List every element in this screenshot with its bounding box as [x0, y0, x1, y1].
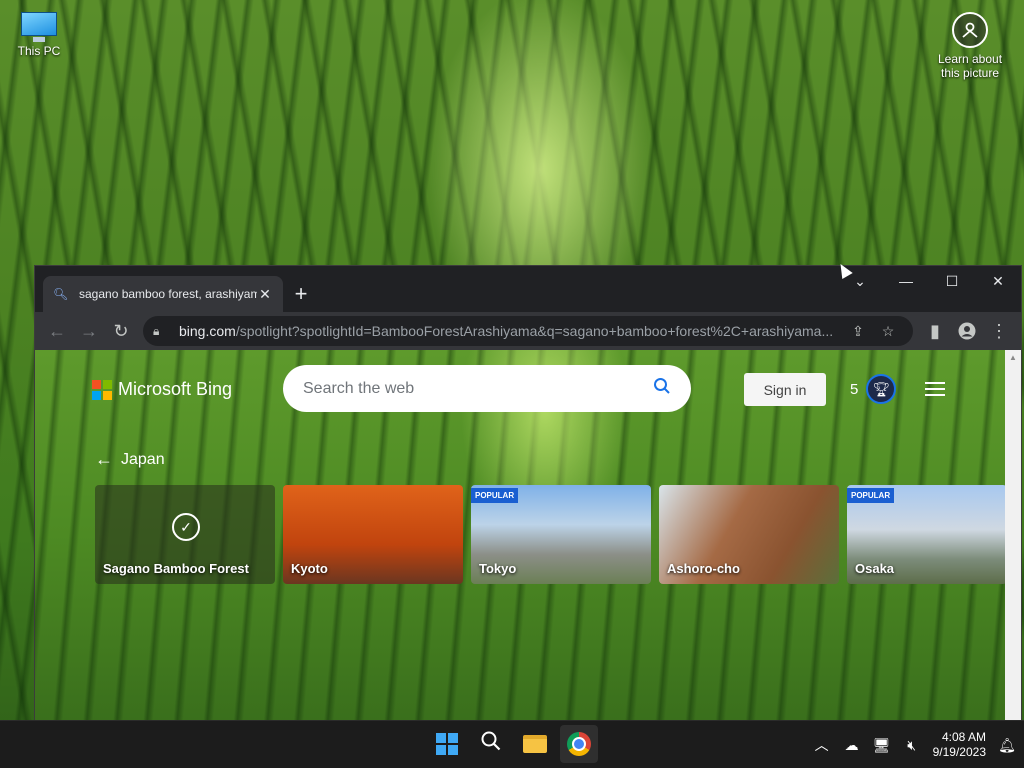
destination-card-osaka[interactable]: POPULAR Osaka — [847, 485, 1007, 584]
back-arrow-icon: ← — [95, 449, 113, 469]
show-hidden-icons-chevron-icon[interactable]: ︿ — [813, 735, 831, 755]
rewards-button[interactable]: 5 🏆︎ — [850, 374, 897, 404]
scroll-up-icon[interactable]: ▲ — [1005, 350, 1021, 366]
share-icon[interactable]: ⇪ — [843, 323, 873, 340]
popular-badge: POPULAR — [847, 488, 895, 503]
page-viewport: Microsoft Bing Search the web Sign in 5 … — [35, 350, 1021, 720]
chrome-taskbar-button[interactable] — [560, 725, 598, 763]
url-text: bing.com/spotlight?spotlightId=BambooFor… — [179, 323, 843, 339]
clock-time: 4:08 AM — [941, 730, 986, 744]
browser-toolbar: ← → ↻ 🔒︎ bing.com/spotlight?spotlightId=… — [35, 312, 1021, 350]
back-arrow-icon[interactable]: ← — [41, 315, 73, 347]
side-panel-icon[interactable]: ▮ — [919, 315, 951, 347]
tab-strip: 🔍︎ sagano bamboo forest, arashiyam ✕ + ⌄… — [35, 266, 1021, 312]
tab-close-icon[interactable]: ✕ — [257, 286, 273, 303]
tab-title: sagano bamboo forest, arashiyam — [79, 287, 257, 301]
start-button[interactable] — [428, 725, 466, 763]
card-name: Sagano Bamboo Forest — [103, 561, 249, 576]
window-controls: ⌄ — ☐ ✕ — [837, 266, 1021, 296]
search-input[interactable]: Search the web — [283, 365, 691, 412]
taskbar-apps — [428, 725, 598, 763]
new-tab-button[interactable]: + — [283, 276, 319, 312]
bing-logo-text: Microsoft Bing — [118, 379, 233, 399]
this-pc-label: This PC — [17, 44, 61, 58]
url-domain: bing.com — [179, 323, 236, 339]
computer-icon — [19, 10, 59, 44]
network-icon[interactable]: 🖥︎ — [873, 737, 891, 754]
file-explorer-button[interactable] — [516, 725, 554, 763]
card-name: Osaka — [855, 561, 895, 576]
card-name: Kyoto — [291, 561, 328, 576]
search-favicon-icon: 🔍︎ — [53, 287, 69, 301]
camera-info-icon — [952, 12, 988, 48]
clock[interactable]: 4:08 AM 9/19/2023 — [933, 730, 986, 760]
cloud-offline-icon[interactable]: ☁ — [843, 737, 861, 754]
address-bar[interactable]: 🔒︎ bing.com/spotlight?spotlightId=Bamboo… — [143, 316, 913, 346]
taskbar: ︿ ☁ 🖥︎ 🔇︎ 4:08 AM 9/19/2023 🔔︎ — [0, 720, 1024, 768]
volume-muted-icon[interactable]: 🔇︎ — [903, 737, 921, 754]
destination-card-tokyo[interactable]: POPULAR Tokyo — [471, 485, 651, 584]
bookmark-star-icon[interactable]: ☆ — [873, 323, 903, 340]
destination-carousel: ✓ Sagano Bamboo Forest Kyoto POPULAR Tok… — [95, 485, 1007, 584]
destination-card-sagano[interactable]: ✓ Sagano Bamboo Forest — [95, 485, 275, 584]
popular-badge: POPULAR — [471, 488, 519, 503]
url-path: /spotlight?spotlightId=BambooForestArash… — [235, 323, 834, 339]
trophy-icon: 🏆︎ — [866, 374, 897, 404]
folder-icon — [523, 735, 547, 753]
notification-bell-icon[interactable]: 🔔︎ — [998, 737, 1016, 754]
search-icon — [480, 730, 502, 758]
microsoft-logo-icon — [92, 379, 112, 400]
kebab-menu-icon[interactable]: ⋮ — [983, 315, 1015, 347]
search-placeholder: Search the web — [303, 379, 415, 397]
browser-window: 🔍︎ sagano bamboo forest, arashiyam ✕ + ⌄… — [34, 265, 1022, 720]
reload-icon[interactable]: ↻ — [105, 315, 137, 347]
taskbar-search-button[interactable] — [472, 725, 510, 763]
hamburger-menu-icon[interactable] — [925, 382, 945, 400]
search-icon[interactable] — [653, 377, 671, 400]
destination-card-kyoto[interactable]: Kyoto — [283, 485, 463, 584]
lock-icon[interactable]: 🔒︎ — [153, 324, 171, 339]
this-pc-desktop-icon[interactable]: This PC — [10, 10, 68, 58]
learn-about-picture-desktop-icon[interactable]: Learn about this picture — [930, 12, 1010, 80]
windows-logo-icon — [436, 733, 458, 755]
learn-label: Learn about this picture — [937, 52, 1003, 80]
destination-card-ashoro[interactable]: Ashoro-cho — [659, 485, 839, 584]
sign-in-button[interactable]: Sign in — [744, 373, 826, 406]
page-scrollbar[interactable]: ▲ — [1005, 350, 1021, 720]
card-name: Ashoro-cho — [667, 561, 740, 576]
clock-date: 9/19/2023 — [932, 745, 986, 759]
card-name: Tokyo — [479, 561, 517, 576]
breadcrumb-back[interactable]: ← Japan — [95, 449, 165, 470]
system-tray: ︿ ☁ 🖥︎ 🔇︎ 4:08 AM 9/19/2023 🔔︎ — [813, 721, 1016, 768]
rewards-count: 5 — [850, 380, 859, 398]
maximize-button[interactable]: ☐ — [929, 266, 975, 296]
minimize-button[interactable]: — — [883, 266, 929, 296]
profile-avatar-icon[interactable] — [951, 315, 983, 347]
breadcrumb-label: Japan — [121, 450, 165, 468]
close-window-button[interactable]: ✕ — [975, 266, 1021, 296]
browser-tab-active[interactable]: 🔍︎ sagano bamboo forest, arashiyam ✕ — [43, 276, 283, 312]
forward-arrow-icon[interactable]: → — [73, 315, 105, 347]
selected-check-icon: ✓ — [172, 513, 200, 541]
chrome-icon — [567, 732, 591, 756]
bing-logo[interactable]: Microsoft Bing — [92, 379, 232, 400]
